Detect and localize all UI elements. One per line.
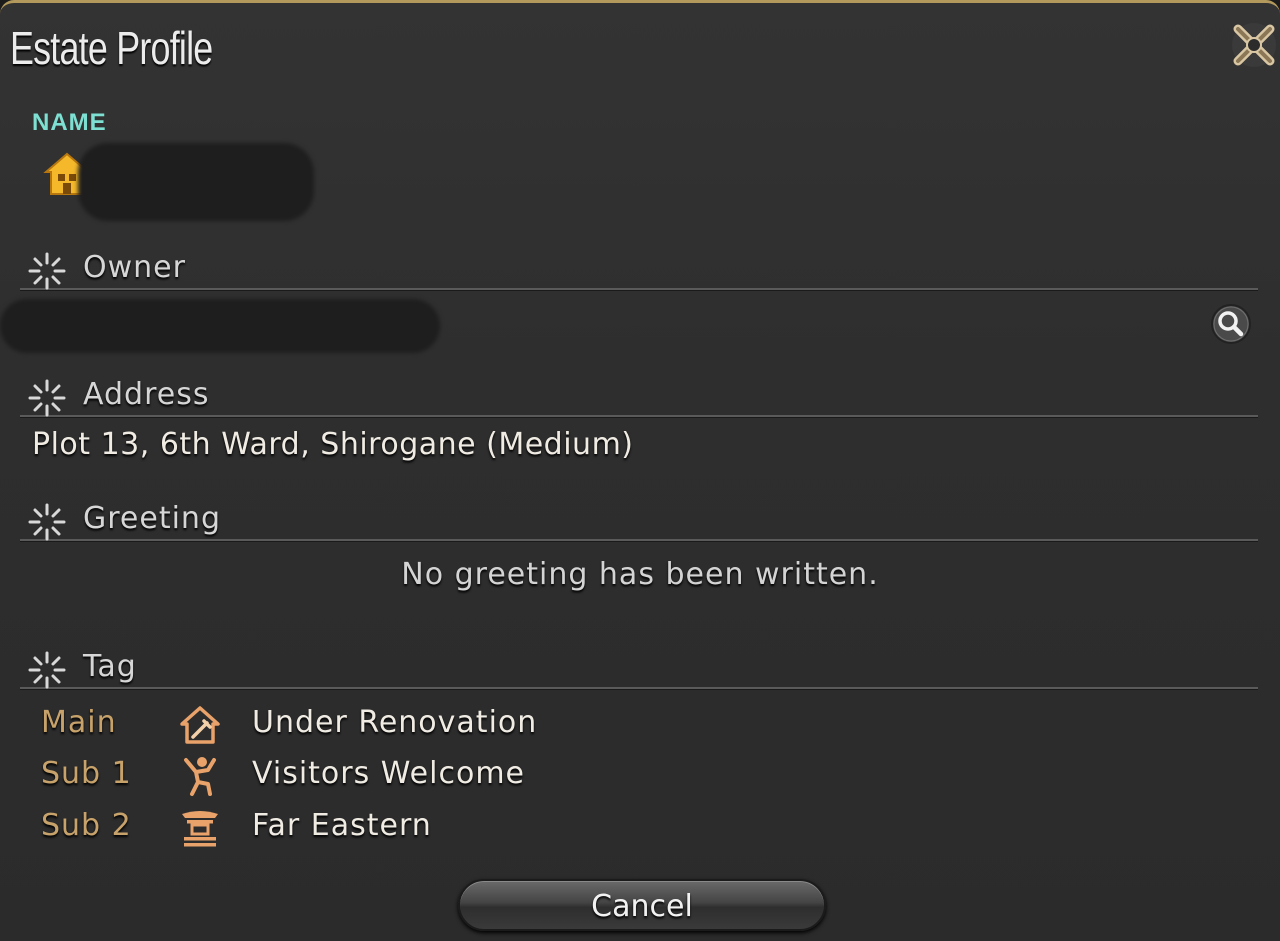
greeting-label: Greeting [83, 501, 221, 536]
tag-section-header: Tag [20, 647, 1258, 689]
tag-value: Far Eastern [252, 808, 432, 843]
tag-row-main: Main Under Renovation [0, 705, 800, 749]
greeting-value: No greeting has been written. [401, 557, 879, 592]
search-icon[interactable] [1210, 303, 1252, 345]
address-value: Plot 13, 6th Ward, Shirogane (Medium) [32, 427, 634, 462]
far-eastern-icon [182, 811, 218, 847]
tag-slot-label: Sub 2 [41, 808, 132, 843]
owner-label: Owner [83, 250, 186, 285]
tag-value: Visitors Welcome [252, 756, 526, 791]
tag-row-sub1: Sub 1 Visitors Welcome [0, 756, 800, 800]
estate-profile-window: Estate Profile NAME Owner Address Plot 1… [0, 0, 1280, 941]
tag-row-sub2: Sub 2 Far Eastern [0, 808, 800, 852]
sparkle-icon [28, 651, 66, 689]
name-label: NAME [32, 109, 107, 136]
renovation-icon [180, 706, 220, 744]
visitors-icon [184, 757, 216, 796]
sparkle-icon [28, 503, 66, 541]
tag-slot-label: Main [41, 705, 117, 740]
sparkle-icon [28, 252, 66, 290]
sparkle-icon [28, 379, 66, 417]
tag-slot-label: Sub 1 [41, 756, 132, 791]
greeting-section-header: Greeting [20, 499, 1258, 541]
tag-value: Under Renovation [252, 705, 538, 740]
window-title: Estate Profile [10, 22, 213, 74]
redacted-owner-name [0, 299, 440, 353]
address-section-header: Address [20, 375, 1258, 417]
owner-section-header: Owner [20, 248, 1258, 290]
redacted-estate-name [78, 143, 314, 221]
close-icon[interactable] [1228, 19, 1280, 71]
tag-label: Tag [83, 649, 137, 684]
address-label: Address [83, 377, 210, 412]
cancel-button[interactable]: Cancel [458, 879, 826, 931]
